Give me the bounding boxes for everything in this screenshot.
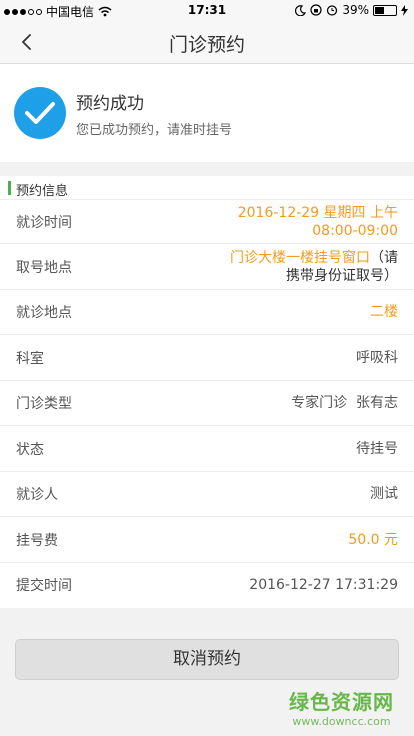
row-submit-time: 提交时间 2016-12-27 17:31:29 [0,563,414,607]
row-patient: 就诊人 测试 [0,472,414,517]
cancel-appointment-button[interactable]: 取消预约 [15,639,399,680]
success-title: 预约成功 [76,94,144,114]
success-subtitle: 您已成功预约，请准时挂号 [76,123,233,138]
row-value: 50.0 元 [348,531,398,548]
appointment-info-panel: 预约信息 就诊时间 2016-12-29 星期四 上午 08:00-09:00 … [0,176,414,608]
pickup-location: 门诊大楼一楼挂号窗口 [230,249,370,266]
watermark-url: www.downcc.com [292,715,391,728]
battery-icon [373,4,397,16]
row-label: 挂号费 [16,532,58,549]
row-value: 二楼 [370,304,398,320]
row-label: 取号地点 [16,259,72,276]
success-check-icon [14,87,66,139]
row-visit-time: 就诊时间 2016-12-29 星期四 上午 08:00-09:00 [0,200,414,244]
row-value: 2016-12-27 17:31:29 [249,577,398,593]
section-header: 预约信息 [0,176,414,200]
pickup-note-end: 携带身份证取号） [286,267,398,284]
row-clinic-type: 门诊类型 专家门诊 张有志 [0,381,414,426]
row-label: 就诊人 [16,487,58,503]
row-label: 提交时间 [16,578,72,594]
row-label: 就诊时间 [16,214,72,231]
moon-icon [295,4,307,16]
rotation-lock-icon [310,4,322,16]
row-department: 科室 呼吸科 [0,335,414,381]
row-label: 就诊地点 [16,305,72,321]
row-label: 门诊类型 [16,396,72,412]
success-panel: 预约成功 您已成功预约，请准时挂号 [0,64,414,162]
row-value: 测试 [370,486,398,502]
status-badge: 待挂号 [356,440,398,457]
row-value: 呼吸科 [356,349,398,366]
visit-date: 2016-12-29 星期四 上午 [237,204,398,221]
row-status: 状态 待挂号 [0,426,414,472]
row-label: 科室 [16,350,44,367]
watermark: 绿色资源网 www.downcc.com [289,686,394,728]
nav-bar: 门诊预约 [0,20,414,64]
row-visit-place: 就诊地点 二楼 [0,290,414,335]
section-marker [8,181,11,195]
row-value: 门诊大楼一楼挂号窗口（请 携带身份证取号） [230,249,398,285]
visit-hours: 08:00-09:00 [312,222,398,239]
battery-percent: 39% [342,3,369,17]
charging-icon [401,4,408,16]
section-title: 预约信息 [16,184,69,199]
row-value: 2016-12-29 星期四 上午 08:00-09:00 [238,204,398,240]
row-fee: 挂号费 50.0 元 [0,517,414,563]
page-title: 门诊预约 [168,34,245,56]
row-value: 专家门诊 张有志 [291,395,398,411]
status-bar: 中国电信 17:31 39% [0,0,414,20]
watermark-name: 绿色资源网 [289,690,394,714]
row-label: 状态 [16,441,44,458]
row-pickup-place: 取号地点 门诊大楼一楼挂号窗口（请 携带身份证取号） [0,244,414,290]
pickup-note-start: （请 [370,249,398,266]
alarm-icon [327,5,338,16]
